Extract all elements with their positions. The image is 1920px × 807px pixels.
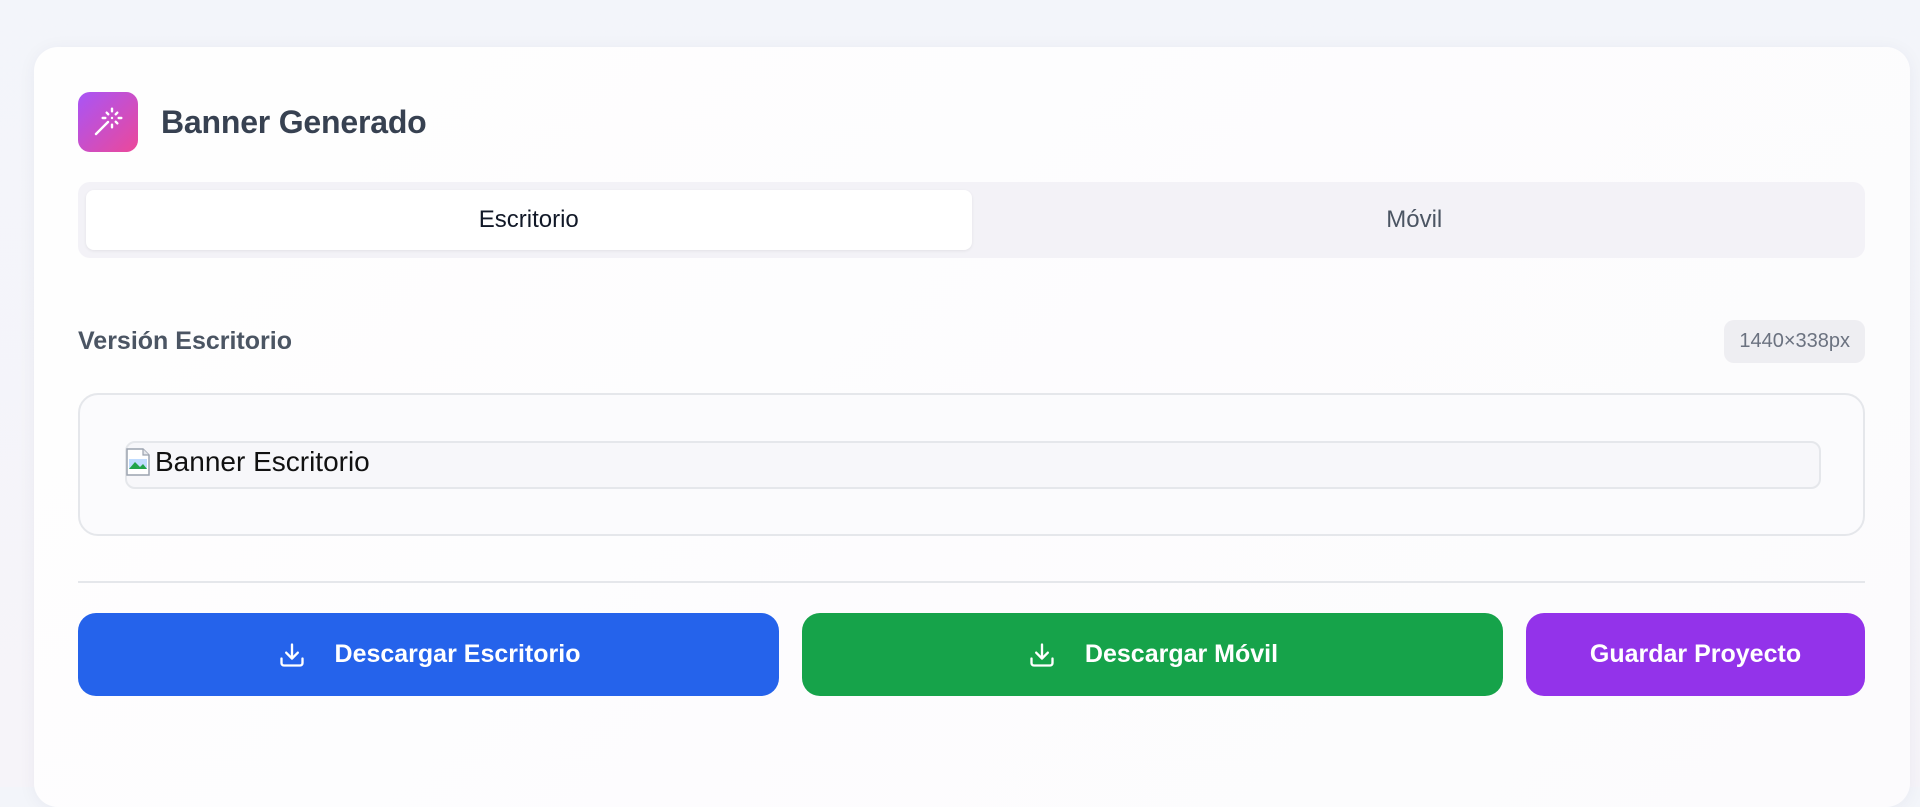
magic-wand-icon: [78, 92, 138, 152]
save-project-label: Guardar Proyecto: [1589, 640, 1802, 668]
action-buttons: Descargar Escritorio Descargar Móvil Gua…: [78, 613, 1865, 696]
download-mobile-label: Descargar Móvil: [1084, 640, 1279, 668]
tab-escritorio[interactable]: Escritorio: [86, 190, 972, 250]
banner-preview: Banner Escritorio: [78, 393, 1865, 536]
card-header: Banner Generado: [78, 92, 427, 152]
banner-alt-text: Banner Escritorio: [155, 446, 370, 477]
divider: [78, 581, 1865, 583]
version-label: Versión Escritorio: [78, 326, 292, 355]
download-desktop-button[interactable]: Descargar Escritorio: [78, 613, 779, 696]
banner-card: Banner Generado Escritorio Móvil Versión…: [34, 47, 1910, 807]
view-tabs: Escritorio Móvil: [78, 182, 1865, 258]
dimensions-badge: 1440×338px: [1724, 319, 1865, 363]
download-icon: [1027, 640, 1057, 670]
version-row: Versión Escritorio 1440×338px: [78, 319, 1865, 363]
banner-image: Banner Escritorio: [125, 441, 1821, 489]
save-project-button[interactable]: Guardar Proyecto: [1526, 613, 1865, 696]
download-icon: [277, 640, 307, 670]
download-desktop-label: Descargar Escritorio: [334, 640, 581, 668]
broken-image-icon: [125, 445, 153, 477]
page-title: Banner Generado: [161, 103, 427, 140]
download-mobile-button[interactable]: Descargar Móvil: [802, 613, 1503, 696]
tab-movil[interactable]: Móvil: [972, 190, 1858, 250]
